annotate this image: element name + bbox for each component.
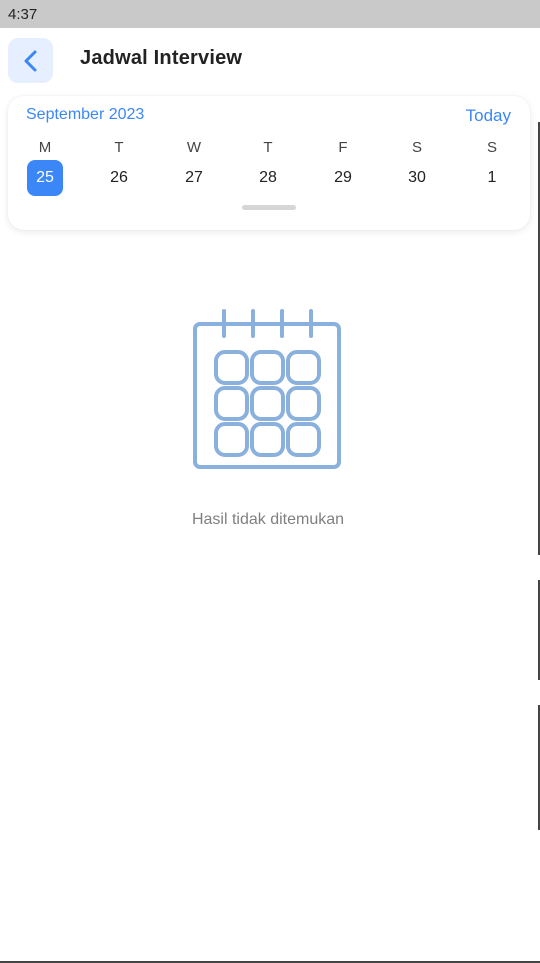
page-title: Jadwal Interview — [80, 47, 243, 69]
weekday-label: M — [38, 139, 52, 156]
date-cell[interactable]: 29 — [325, 160, 361, 196]
chevron-left-icon — [24, 50, 36, 71]
week-calendar: September 2023 Today M T W T F S S 25 26… — [8, 96, 530, 230]
weekday-label: F — [338, 139, 348, 156]
weekday-label: S — [486, 139, 497, 156]
date-cell[interactable]: 1 — [474, 160, 510, 196]
status-time: 4:37 — [8, 6, 38, 23]
weekday-label: T — [114, 139, 124, 156]
month-label: September 2023 — [26, 106, 145, 123]
app-header: Jadwal Interview — [0, 28, 540, 92]
status-bar: 4:37 — [0, 0, 540, 28]
expand-drag-handle[interactable] — [242, 205, 296, 210]
date-cell-selected[interactable]: 25 — [27, 160, 63, 196]
date-cell[interactable]: 26 — [101, 160, 137, 196]
weekday-label: W — [186, 139, 202, 156]
date-cell[interactable]: 30 — [399, 160, 435, 196]
empty-state-message: Hasil tidak ditemukan — [191, 511, 345, 528]
date-cell[interactable]: 27 — [176, 160, 212, 196]
weekday-label: T — [263, 139, 273, 156]
back-button[interactable] — [8, 38, 53, 83]
weekday-label: S — [411, 139, 422, 156]
date-cell[interactable]: 28 — [250, 160, 286, 196]
today-button[interactable]: Today — [466, 106, 511, 126]
calendar-icon — [193, 309, 341, 469]
